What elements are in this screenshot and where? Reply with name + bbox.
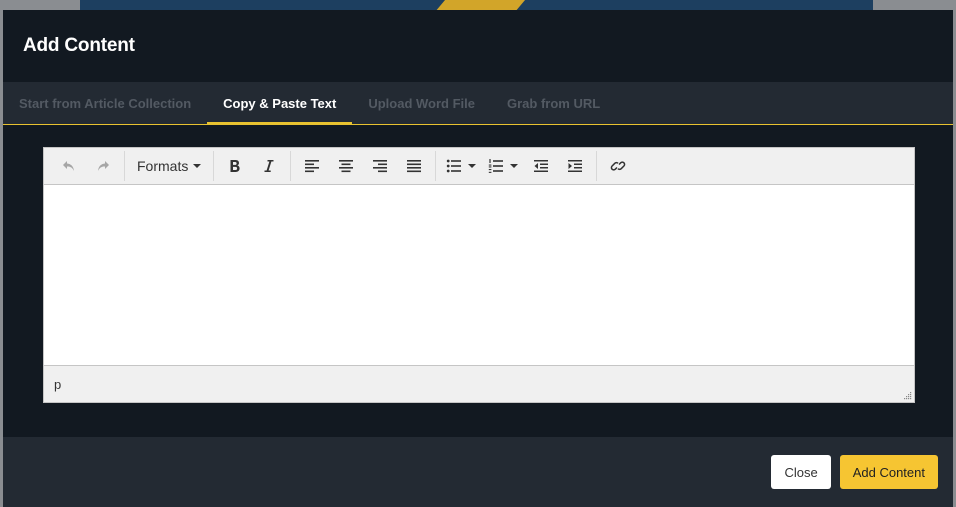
italic-button[interactable] — [252, 151, 286, 181]
undo-icon — [63, 161, 74, 171]
chevron-down-icon — [193, 164, 202, 168]
bold-icon — [230, 160, 240, 172]
outdent-icon — [534, 160, 549, 172]
chevron-down-icon[interactable] — [468, 164, 477, 168]
italic-icon — [264, 160, 274, 172]
tab-copy-paste-text[interactable]: Copy & Paste Text — [207, 82, 353, 125]
numbered-list-icon — [489, 159, 504, 173]
indent-button[interactable] — [558, 151, 592, 181]
modal-footer: Close Add Content — [3, 437, 953, 507]
formats-dropdown[interactable]: Formats — [129, 151, 209, 181]
formats-label: Formats — [137, 158, 189, 174]
link-icon — [611, 161, 626, 171]
close-button[interactable]: Close — [771, 455, 831, 489]
add-content-button[interactable]: Add Content — [839, 455, 938, 489]
align-justify-button[interactable] — [397, 151, 431, 181]
bullet-list-button[interactable] — [440, 151, 482, 181]
undo-button[interactable] — [52, 151, 86, 181]
tab-grab-from-url[interactable]: Grab from URL — [491, 82, 616, 124]
numbered-list-button[interactable] — [482, 151, 524, 181]
redo-button[interactable] — [86, 151, 120, 181]
indent-icon — [568, 160, 583, 172]
editor-statusbar: p — [44, 365, 914, 402]
align-right-icon — [373, 160, 388, 173]
resize-handle-icon[interactable] — [903, 391, 912, 400]
align-justify-icon — [407, 160, 422, 173]
editor-content-area[interactable] — [44, 185, 914, 365]
alignment-group — [291, 151, 437, 181]
align-center-button[interactable] — [329, 151, 363, 181]
tab-article-collection[interactable]: Start from Article Collection — [3, 82, 207, 124]
align-left-button[interactable] — [295, 151, 329, 181]
text-style-group — [214, 151, 292, 181]
redo-icon — [98, 161, 109, 171]
editor-toolbar: Formats — [44, 148, 914, 185]
modal-body: Formats p — [3, 125, 953, 437]
history-group — [48, 151, 125, 181]
outdent-button[interactable] — [524, 151, 558, 181]
bold-button[interactable] — [218, 151, 252, 181]
align-right-button[interactable] — [363, 151, 397, 181]
tab-bar: Start from Article Collection Copy & Pas… — [3, 82, 953, 125]
list-group — [436, 151, 598, 181]
element-path[interactable]: p — [54, 377, 61, 392]
align-left-icon — [305, 160, 320, 173]
formats-group: Formats — [125, 151, 215, 181]
link-group — [597, 151, 639, 181]
bullet-list-icon — [447, 159, 462, 173]
tab-upload-word-file[interactable]: Upload Word File — [352, 82, 491, 124]
insert-link-button[interactable] — [601, 151, 635, 181]
rich-text-editor: Formats p — [43, 147, 915, 403]
align-center-icon — [339, 160, 354, 173]
add-content-modal: Add Content Start from Article Collectio… — [3, 10, 953, 507]
modal-header: Add Content — [3, 10, 953, 82]
modal-title: Add Content — [23, 35, 135, 56]
chevron-down-icon[interactable] — [510, 164, 519, 168]
